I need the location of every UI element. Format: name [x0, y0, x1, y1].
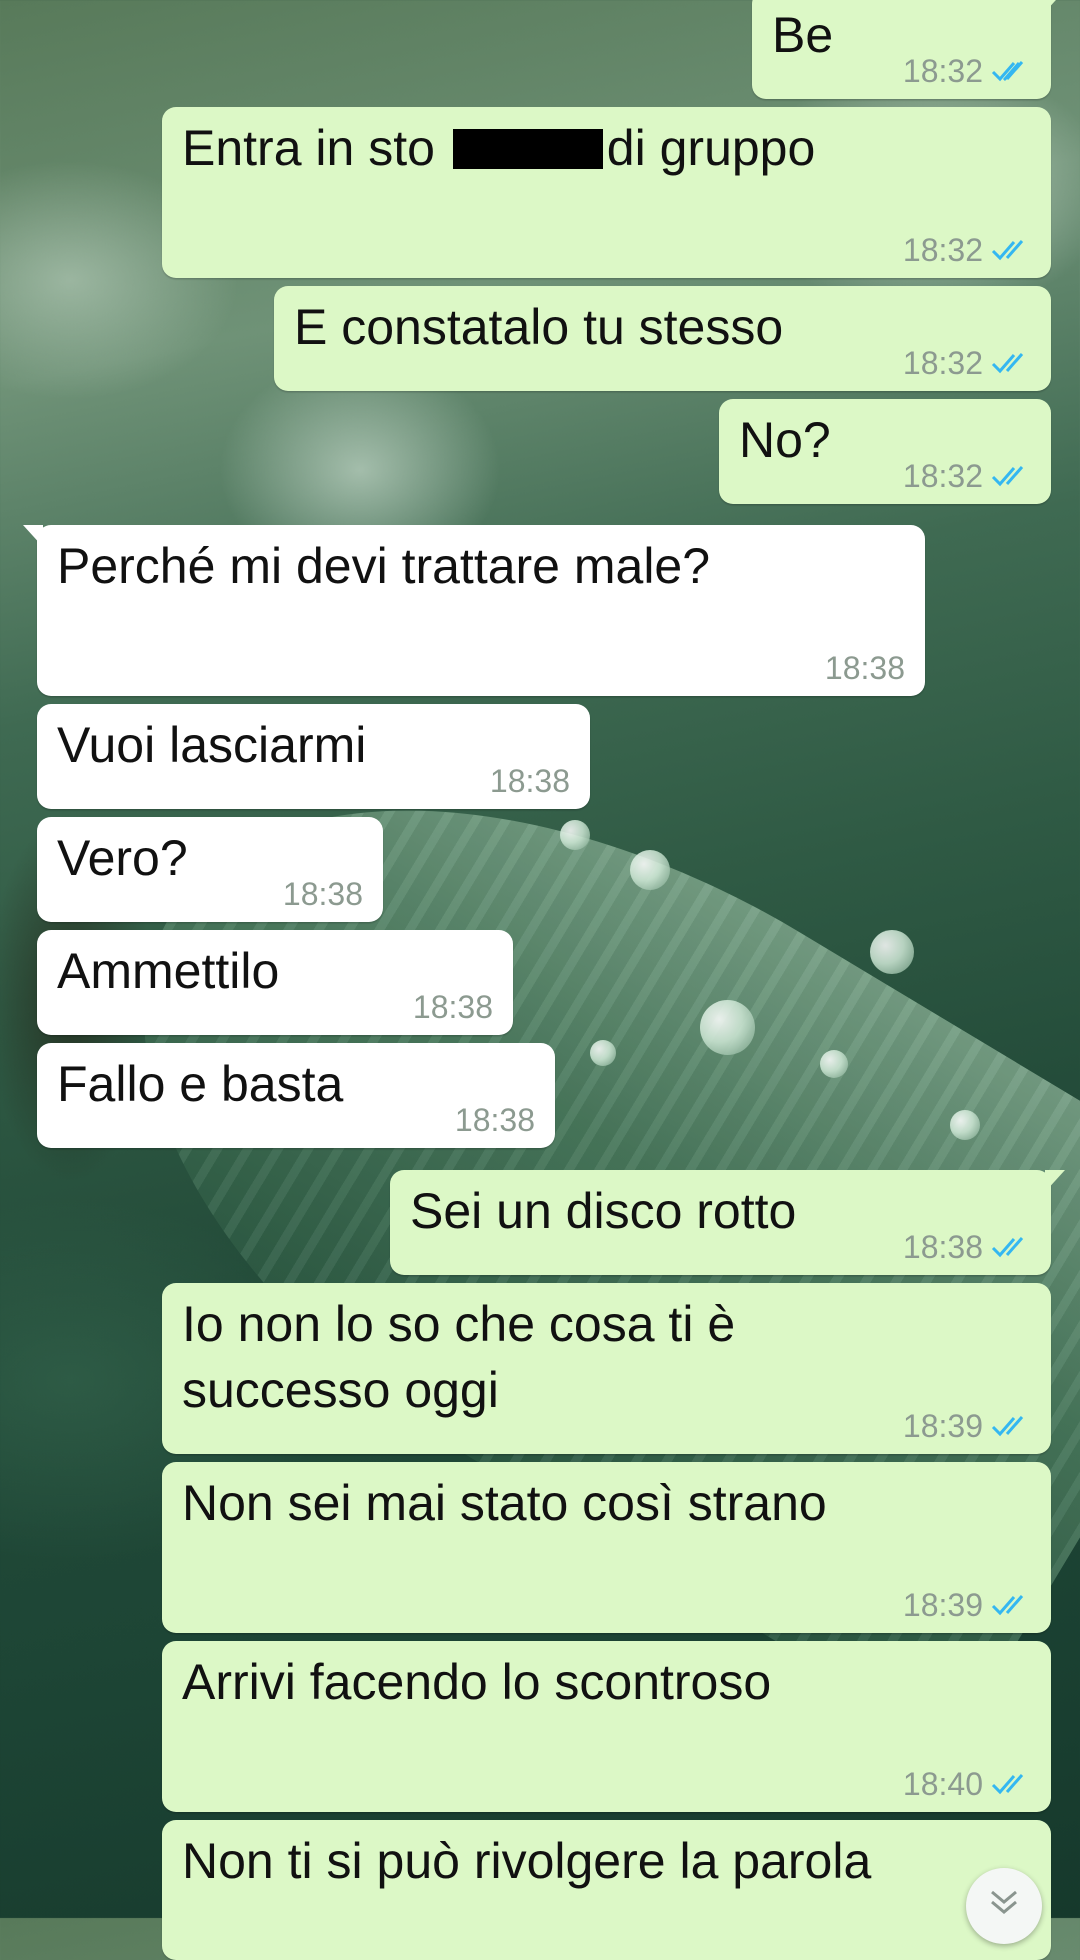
redaction-box	[452, 129, 603, 169]
message-text: Non ti si può rivolgere la parola	[182, 1833, 872, 1889]
chat-conversation: Be 18:32 Entra in sto di gruppo 18:32 E …	[0, 0, 1080, 1960]
message-time: 18:38	[282, 876, 363, 912]
message-meta: 18:38	[455, 1100, 535, 1140]
message-text: Perché mi devi trattare male?	[57, 538, 711, 594]
message-meta: 18:32	[903, 51, 1031, 91]
message-time: 18:38	[489, 763, 570, 799]
message-time: 18:40	[902, 1766, 983, 1802]
message-time: 18:38	[412, 989, 493, 1025]
message-meta: 18:38	[413, 987, 493, 1027]
message-outgoing[interactable]: Be 18:32	[752, 0, 1065, 99]
message-outgoing[interactable]: Entra in sto di gruppo 18:32	[162, 107, 1051, 278]
message-time: 18:39	[902, 1587, 983, 1623]
message-outgoing[interactable]: Non ti si può rivolgere la parola	[162, 1820, 1051, 1960]
message-time: 18:38	[454, 1102, 535, 1138]
message-text: Entra in sto di gruppo	[182, 115, 1031, 181]
message-meta: 18:38	[825, 648, 905, 688]
message-incoming[interactable]: Vuoi lasciarmi 18:38	[37, 704, 590, 809]
double-check-icon	[991, 353, 1024, 374]
bubble-tail	[1045, 0, 1065, 12]
message-outgoing[interactable]: No? 18:32	[719, 399, 1051, 504]
double-check-icon	[991, 61, 1024, 82]
message-text: Io non lo so che cosa ti è successo oggi	[182, 1296, 736, 1418]
double-check-icon	[991, 466, 1024, 487]
message-text-part: Entra in sto	[182, 120, 449, 176]
message-incoming[interactable]: Ammettilo 18:38	[37, 930, 513, 1035]
message-text: Non sei mai stato così strano	[182, 1475, 827, 1531]
message-time: 18:38	[902, 1229, 983, 1265]
message-meta: 18:38	[490, 761, 570, 801]
message-meta: 18:39	[903, 1406, 1031, 1446]
message-outgoing[interactable]: Non sei mai stato così strano 18:39	[162, 1462, 1051, 1633]
double-check-icon	[991, 1595, 1024, 1616]
message-incoming[interactable]: Fallo e basta 18:38	[37, 1043, 555, 1148]
message-outgoing[interactable]: Io non lo so che cosa ti è successo oggi…	[162, 1283, 1051, 1454]
message-time: 18:39	[902, 1408, 983, 1444]
double-check-icon	[991, 1416, 1024, 1437]
message-time: 18:32	[902, 458, 983, 494]
message-time: 18:32	[902, 53, 983, 89]
double-check-icon	[991, 240, 1024, 261]
message-meta: 18:39	[903, 1585, 1031, 1625]
message-text: Arrivi facendo lo scontroso	[182, 1654, 772, 1710]
message-outgoing[interactable]: E constatalo tu stesso 18:32	[274, 286, 1051, 391]
scroll-to-bottom-button[interactable]	[966, 1868, 1042, 1944]
message-meta: 18:32	[903, 343, 1031, 383]
message-time: 18:32	[902, 345, 983, 381]
message-meta: 18:38	[903, 1227, 1031, 1267]
message-outgoing[interactable]: Arrivi facendo lo scontroso 18:40	[162, 1641, 1051, 1812]
double-check-icon	[991, 1237, 1024, 1258]
message-meta: 18:38	[283, 874, 363, 914]
bubble-tail	[23, 525, 43, 547]
message-time: 18:32	[902, 232, 983, 268]
double-chevron-down-icon	[991, 1890, 1017, 1914]
message-meta: 18:32	[903, 230, 1031, 270]
message-outgoing[interactable]: Sei un disco rotto 18:38	[390, 1170, 1065, 1275]
message-incoming[interactable]: Perché mi devi trattare male? 18:38	[23, 525, 925, 696]
message-meta: 18:32	[903, 456, 1031, 496]
message-text-part: di gruppo	[606, 120, 816, 176]
message-incoming[interactable]: Vero? 18:38	[37, 817, 383, 922]
message-meta: 18:40	[903, 1764, 1031, 1804]
double-check-icon	[991, 1774, 1024, 1795]
bubble-tail	[1045, 1170, 1065, 1192]
message-time: 18:38	[824, 650, 905, 686]
